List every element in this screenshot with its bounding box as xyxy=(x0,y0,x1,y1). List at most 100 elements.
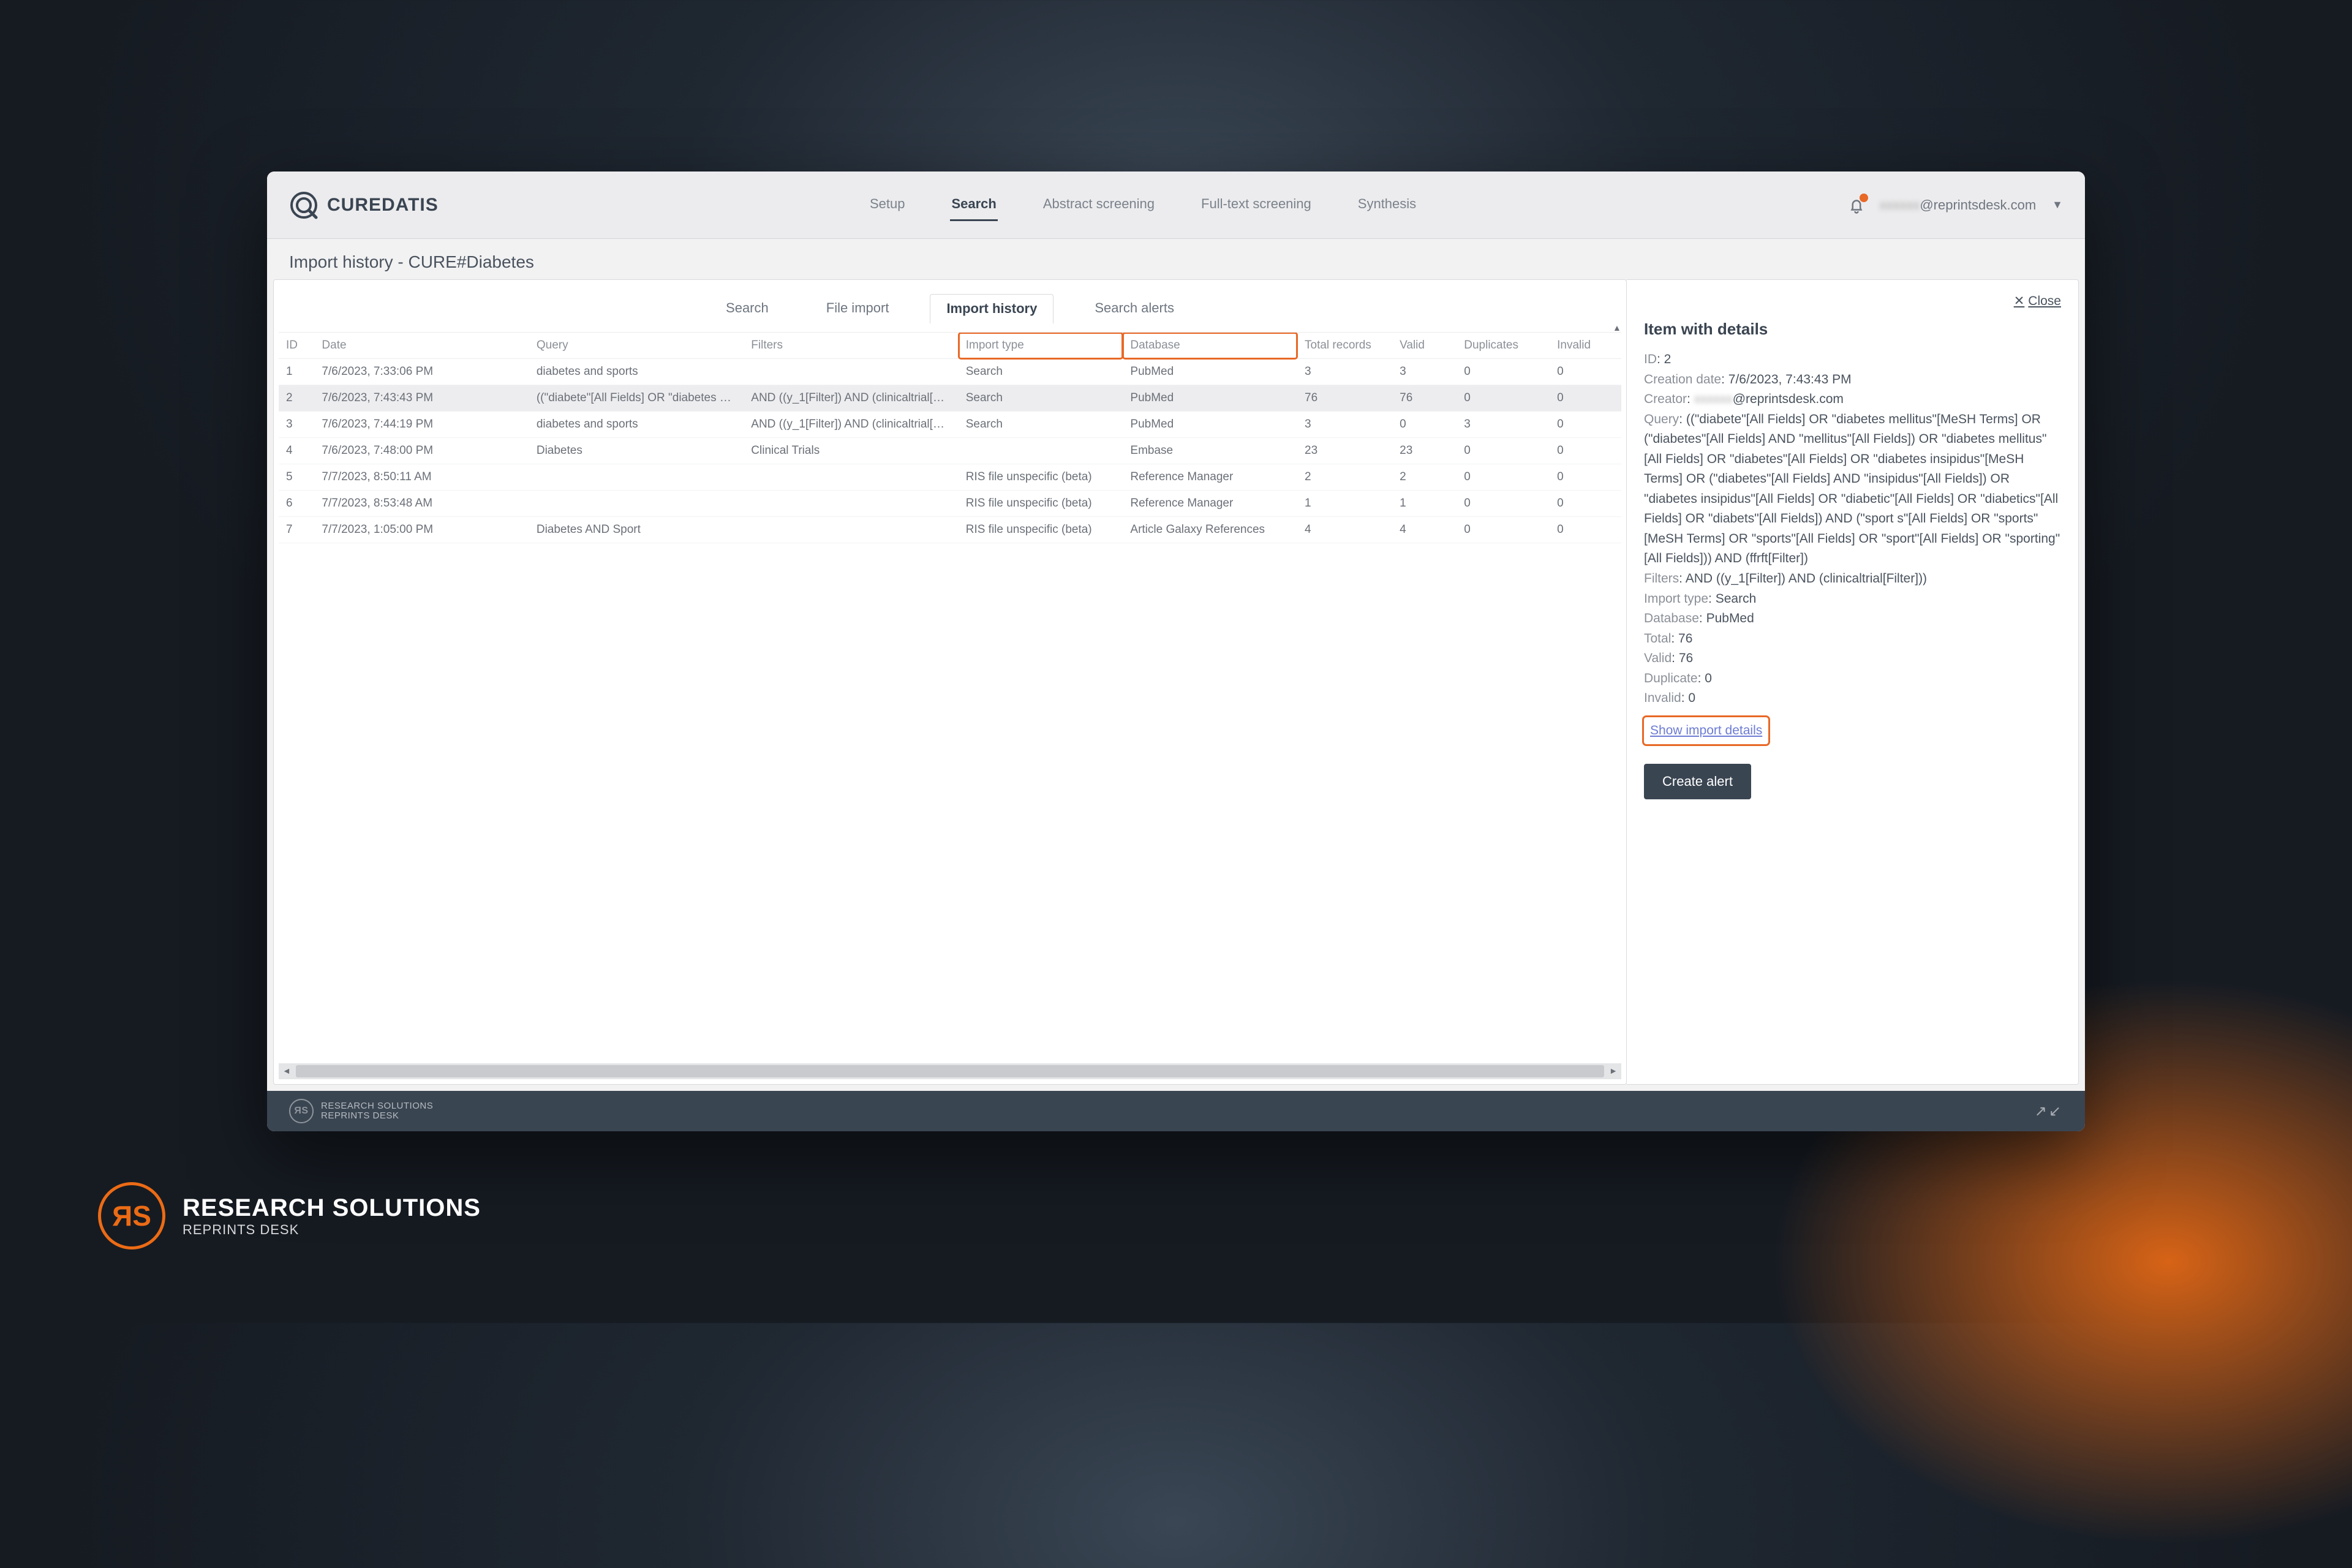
app-window: CUREDATIS Setup Search Abstract screening F… xyxy=(267,172,2085,1131)
user-menu-caret-icon[interactable]: ▼ xyxy=(2052,198,2063,211)
cell: Search xyxy=(959,359,1123,385)
col-header-filters[interactable]: Filters xyxy=(744,333,958,359)
topnav-item-full-text-screening[interactable]: Full-text screening xyxy=(1200,189,1313,221)
cell: 0 xyxy=(1457,359,1550,385)
table-body: 17/6/2023, 7:33:06 PMdiabetes and sports… xyxy=(279,359,1621,543)
show-import-details-link[interactable]: Show import details xyxy=(1650,723,1762,737)
user-email[interactable]: xxxxxx@reprintsdesk.com xyxy=(1879,197,2036,213)
table-row[interactable]: 47/6/2023, 7:48:00 PMDiabetesClinical Tr… xyxy=(279,438,1621,464)
col-header-duplicates[interactable]: Duplicates xyxy=(1457,333,1550,359)
cell: PubMed xyxy=(1123,359,1297,385)
cell: (("diabete"[All Fields] OR "diabetes m..… xyxy=(529,385,744,412)
cell: 7 xyxy=(279,517,314,543)
show-import-details-highlight: Show import details xyxy=(1644,717,1768,745)
col-header-query[interactable]: Query xyxy=(529,333,744,359)
overlay-logo-icon: ЯS xyxy=(98,1182,165,1250)
cell: 3 xyxy=(279,412,314,438)
cell: Search xyxy=(959,385,1123,412)
table-row[interactable]: 67/7/2023, 8:53:48 AMRIS file unspecific… xyxy=(279,491,1621,517)
overlay-corporate-logo: ЯS RESEARCH SOLUTIONS REPRINTS DESK xyxy=(98,1182,481,1250)
cell xyxy=(529,491,744,517)
table-row[interactable]: 37/6/2023, 7:44:19 PMdiabetes and sports… xyxy=(279,412,1621,438)
cell: 6 xyxy=(279,491,314,517)
col-header-id[interactable]: ID xyxy=(279,333,314,359)
table-row[interactable]: 27/6/2023, 7:43:43 PM(("diabete"[All Fie… xyxy=(279,385,1621,412)
col-header-date[interactable]: Date xyxy=(314,333,529,359)
table-row[interactable]: 57/7/2023, 8:50:11 AMRIS file unspecific… xyxy=(279,464,1621,491)
col-header-total-records[interactable]: Total records xyxy=(1297,333,1392,359)
cell: 2 xyxy=(1297,464,1392,491)
create-alert-button[interactable]: Create alert xyxy=(1644,764,1751,799)
cell: 1 xyxy=(1297,491,1392,517)
cell: 4 xyxy=(1297,517,1392,543)
cell: 0 xyxy=(1457,491,1550,517)
cell: 2 xyxy=(279,385,314,412)
table-header-row: IDDateQueryFiltersImport typeDatabaseTot… xyxy=(279,333,1621,359)
table-row[interactable]: 77/7/2023, 1:05:00 PMDiabetes AND SportR… xyxy=(279,517,1621,543)
cell: 0 xyxy=(1392,412,1457,438)
footer-brand: ЯS RESEARCH SOLUTIONS REPRINTS DESK xyxy=(289,1099,433,1123)
cell: 0 xyxy=(1457,438,1550,464)
cell: 7/7/2023, 1:05:00 PM xyxy=(314,517,529,543)
tab-search-alerts[interactable]: Search alerts xyxy=(1078,293,1191,323)
cell: diabetes and sports xyxy=(529,412,744,438)
table-panel: Search File import Import history Search al… xyxy=(273,279,1627,1085)
cell: 0 xyxy=(1457,517,1550,543)
cell: RIS file unspecific (beta) xyxy=(959,491,1123,517)
horizontal-scrollbar[interactable] xyxy=(279,1063,1621,1079)
subtabs: Search File import Import history Search al… xyxy=(274,280,1626,323)
cell: Reference Manager xyxy=(1123,491,1297,517)
cell xyxy=(744,491,958,517)
cell: RIS file unspecific (beta) xyxy=(959,517,1123,543)
cell: 4 xyxy=(1392,517,1457,543)
cell: 7/6/2023, 7:48:00 PM xyxy=(314,438,529,464)
tab-import-history[interactable]: Import history xyxy=(930,294,1054,324)
col-header-import-type[interactable]: Import type xyxy=(959,333,1123,359)
cell: 4 xyxy=(279,438,314,464)
cell: 23 xyxy=(1392,438,1457,464)
col-header-database[interactable]: Database xyxy=(1123,333,1297,359)
cell: 2 xyxy=(1392,464,1457,491)
details-body: ID: 2 Creation date: 7/6/2023, 7:43:43 P… xyxy=(1644,350,2061,799)
details-panel: ✕ Close Item with details ID: 2 Creation… xyxy=(1627,279,2079,1085)
cell: Article Galaxy References xyxy=(1123,517,1297,543)
brand-icon xyxy=(289,190,318,220)
cell: PubMed xyxy=(1123,385,1297,412)
cell: 76 xyxy=(1392,385,1457,412)
topnav-item-abstract-screening[interactable]: Abstract screening xyxy=(1042,189,1156,221)
user-area: xxxxxx@reprintsdesk.com ▼ xyxy=(1847,196,2063,214)
details-heading: Item with details xyxy=(1644,320,2061,339)
tab-file-import[interactable]: File import xyxy=(810,293,906,323)
cell: 76 xyxy=(1297,385,1392,412)
topnav-item-synthesis[interactable]: Synthesis xyxy=(1357,189,1417,221)
topbar: CUREDATIS Setup Search Abstract screening F… xyxy=(267,172,2085,239)
cell xyxy=(744,359,958,385)
cell: 1 xyxy=(1392,491,1457,517)
cell: 7/6/2023, 7:33:06 PM xyxy=(314,359,529,385)
cell: 1 xyxy=(279,359,314,385)
footer: ЯS RESEARCH SOLUTIONS REPRINTS DESK ↗↙ xyxy=(267,1091,2085,1131)
import-history-grid: IDDateQueryFiltersImport typeDatabaseTot… xyxy=(279,332,1621,1058)
cell: Reference Manager xyxy=(1123,464,1297,491)
cell: 3 xyxy=(1457,412,1550,438)
close-label: Close xyxy=(2028,294,2061,309)
cell: 7/6/2023, 7:44:19 PM xyxy=(314,412,529,438)
col-header-valid[interactable]: Valid xyxy=(1392,333,1457,359)
topnav-item-search[interactable]: Search xyxy=(950,189,997,221)
topnav-item-setup[interactable]: Setup xyxy=(869,189,907,221)
cell: AND ((y_1[Filter]) AND (clinicaltrial[Fi… xyxy=(744,412,958,438)
cell: diabetes and sports xyxy=(529,359,744,385)
close-button[interactable]: ✕ Close xyxy=(2014,293,2061,309)
notifications-icon[interactable] xyxy=(1847,196,1866,214)
cell: 5 xyxy=(279,464,314,491)
footer-brand-icon: ЯS xyxy=(289,1099,314,1123)
overlay-logo-l2: REPRINTS DESK xyxy=(183,1222,481,1238)
cell: 0 xyxy=(1457,385,1550,412)
table-row[interactable]: 17/6/2023, 7:33:06 PMdiabetes and sports… xyxy=(279,359,1621,385)
cell: RIS file unspecific (beta) xyxy=(959,464,1123,491)
vertical-scroll-stub[interactable] xyxy=(1610,323,1625,1060)
brand[interactable]: CUREDATIS xyxy=(289,190,439,220)
tab-search[interactable]: Search xyxy=(709,293,785,323)
footer-controls-icon[interactable]: ↗↙ xyxy=(2035,1102,2063,1120)
cell xyxy=(744,517,958,543)
